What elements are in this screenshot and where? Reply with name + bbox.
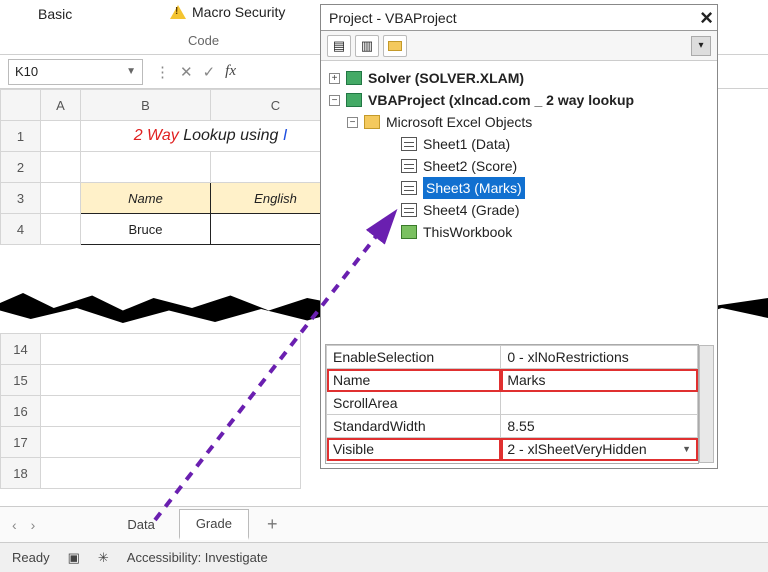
prop-value-visible[interactable]: 2 - xlSheetVeryHidden ▼ <box>501 438 698 461</box>
tab-data[interactable]: Data <box>111 511 170 538</box>
vba-project-panel: Project - VBAProject × ▤ ▥ ▾ + Solver (S… <box>320 4 718 469</box>
visual-basic-label[interactable]: Basic <box>38 6 72 22</box>
vbe-toolbar: ▤ ▥ ▾ <box>321 31 717 61</box>
prop-row: StandardWidth 8.55 <box>327 415 698 438</box>
name-box-value: K10 <box>15 64 38 79</box>
code-group-label: Code <box>188 33 219 48</box>
table-header-name: Name <box>81 183 211 214</box>
tab-grade[interactable]: Grade <box>179 509 249 540</box>
sheet-title: 2 Way Lookup using I <box>81 121 341 152</box>
view-object-button[interactable]: ▥ <box>355 35 379 57</box>
view-code-button[interactable]: ▤ <box>327 35 351 57</box>
macro-record-icon[interactable]: ▣ <box>68 550 80 566</box>
prop-row-name: Name Marks <box>327 369 698 392</box>
project-icon <box>346 71 362 85</box>
warning-icon <box>170 5 186 19</box>
tab-nav-prev-icon[interactable]: ‹ <box>12 517 17 533</box>
expander-icon[interactable]: − <box>347 117 358 128</box>
expander-icon[interactable]: − <box>329 95 340 106</box>
tree-thisworkbook[interactable]: ThisWorkbook <box>423 221 512 243</box>
row-header[interactable]: 17 <box>1 427 41 458</box>
prop-row: ScrollArea <box>327 392 698 415</box>
row-header[interactable]: 14 <box>1 334 41 365</box>
spreadsheet-grid-lower[interactable]: 14 15 16 17 18 <box>0 333 301 489</box>
status-bar: Ready ▣ ✳ Accessibility: Investigate <box>0 542 768 572</box>
project-icon <box>346 93 362 107</box>
workbook-icon <box>401 225 417 239</box>
worksheet-icon <box>401 181 417 195</box>
properties-grid[interactable]: EnableSelection 0 - xlNoRestrictions Nam… <box>325 344 699 464</box>
worksheet-icon <box>401 159 417 173</box>
prop-value[interactable]: 0 - xlNoRestrictions <box>501 346 698 369</box>
col-header[interactable]: B <box>81 90 211 121</box>
tree-vbaproject[interactable]: VBAProject (xlncad.com _ 2 way lookup <box>368 89 634 111</box>
prop-key: ScrollArea <box>327 392 501 415</box>
row-header[interactable]: 1 <box>1 121 41 152</box>
prop-row-visible: Visible 2 - xlSheetVeryHidden ▼ <box>327 438 698 461</box>
accessibility-status[interactable]: Accessibility: Investigate <box>127 550 268 565</box>
worksheet-icon <box>401 203 417 217</box>
close-icon[interactable]: × <box>700 5 713 31</box>
tree-solver[interactable]: Solver (SOLVER.XLAM) <box>368 67 524 89</box>
row-header[interactable]: 16 <box>1 396 41 427</box>
project-tree[interactable]: + Solver (SOLVER.XLAM) − VBAProject (xln… <box>321 61 717 249</box>
more-icon[interactable]: ⋮ <box>155 63 170 81</box>
prop-key: StandardWidth <box>327 415 501 438</box>
prop-key: Name <box>327 369 501 392</box>
tab-nav-next-icon[interactable]: › <box>31 517 36 533</box>
tree-sheet2[interactable]: Sheet2 (Score) <box>423 155 517 177</box>
add-sheet-button[interactable]: + <box>257 514 288 535</box>
prop-key: EnableSelection <box>327 346 501 369</box>
vbe-titlebar[interactable]: Project - VBAProject × <box>321 5 717 31</box>
name-box[interactable]: K10 ▼ <box>8 59 143 85</box>
status-ready: Ready <box>12 550 50 565</box>
toolbar-overflow-icon[interactable]: ▾ <box>691 36 711 56</box>
cancel-formula-icon[interactable]: ✕ <box>180 63 193 81</box>
select-all[interactable] <box>1 90 41 121</box>
macro-security-label: Macro Security <box>192 4 285 20</box>
tree-sheet1[interactable]: Sheet1 (Data) <box>423 133 510 155</box>
fx-icon[interactable]: fx <box>225 63 236 80</box>
worksheet-icon <box>401 137 417 151</box>
col-header[interactable]: A <box>41 90 81 121</box>
row-header[interactable]: 3 <box>1 183 41 214</box>
row-header[interactable]: 15 <box>1 365 41 396</box>
dropdown-icon[interactable]: ▼ <box>682 444 691 454</box>
accessibility-icon[interactable]: ✳ <box>98 550 109 566</box>
row-header[interactable]: 18 <box>1 458 41 489</box>
prop-key: Visible <box>327 438 501 461</box>
toggle-folders-button[interactable] <box>383 35 407 57</box>
properties-scrollbar[interactable] <box>699 345 714 463</box>
prop-row: EnableSelection 0 - xlNoRestrictions <box>327 346 698 369</box>
tree-sheet3-selected[interactable]: Sheet3 (Marks) <box>423 177 525 199</box>
expander-icon[interactable]: + <box>329 73 340 84</box>
chevron-down-icon[interactable]: ▼ <box>126 66 136 77</box>
macro-security-button[interactable]: Macro Security <box>170 4 285 20</box>
tree-excel-objects[interactable]: Microsoft Excel Objects <box>386 111 532 133</box>
accept-formula-icon[interactable]: ✓ <box>203 63 216 81</box>
folder-icon <box>364 115 380 129</box>
prop-value[interactable] <box>501 392 698 415</box>
prop-value[interactable]: 8.55 <box>501 415 698 438</box>
row-header[interactable]: 4 <box>1 214 41 245</box>
sheet-tab-strip: ‹ › Data Grade + <box>0 506 768 542</box>
tree-sheet4[interactable]: Sheet4 (Grade) <box>423 199 520 221</box>
cell-name[interactable]: Bruce <box>81 214 211 245</box>
row-header[interactable]: 2 <box>1 152 41 183</box>
vbe-title-text: Project - VBAProject <box>329 10 457 26</box>
prop-value-name[interactable]: Marks <box>501 369 698 392</box>
